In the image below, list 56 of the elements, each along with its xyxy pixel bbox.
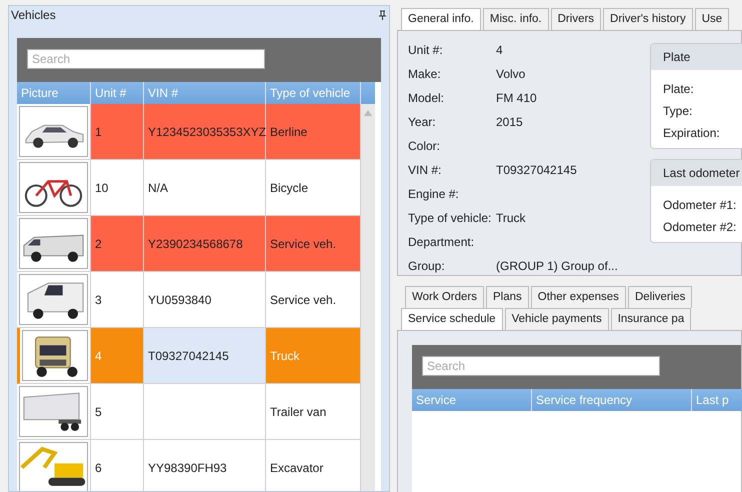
field-label: Color: — [408, 139, 442, 155]
field-value: FM 410 — [496, 91, 538, 107]
table-cell: 1 — [91, 104, 144, 160]
field-label: Make: — [408, 67, 442, 83]
field-label: VIN #: — [408, 163, 442, 179]
tab[interactable]: Other expenses — [530, 286, 626, 308]
field-label: Group: — [408, 259, 446, 275]
field-label: Model: — [408, 91, 446, 107]
table-cell: 6 — [91, 440, 144, 491]
table-cell: 5 — [91, 384, 144, 440]
table-cell: Truck — [266, 328, 361, 384]
scroll-up-icon[interactable] — [364, 110, 372, 116]
field-label: Type: — [663, 104, 694, 118]
field-value: Volvo — [496, 67, 526, 83]
tab[interactable]: Service schedule — [401, 308, 503, 331]
tab[interactable]: Drivers — [550, 8, 602, 30]
table-cell: 4 — [91, 328, 144, 384]
table-cell: Excavator — [266, 440, 361, 491]
scrollbar[interactable] — [361, 104, 375, 491]
field-value: 2015 — [496, 115, 524, 131]
tab[interactable]: Misc. info. — [482, 8, 549, 30]
table-cell: Berline — [266, 104, 361, 160]
tab[interactable]: General info. — [401, 8, 481, 31]
table-cell: Trailer van — [266, 384, 361, 440]
table-cell: T09327042145 — [144, 328, 266, 384]
table-cell: Service veh. — [266, 216, 361, 272]
tab[interactable]: Driver's history — [603, 8, 693, 30]
table-cell: Y2390234568678 — [144, 216, 266, 272]
field-label: Type of vehicle: — [408, 211, 492, 227]
field-label: Odometer #1: — [663, 198, 738, 212]
tab[interactable]: Work Orders — [405, 286, 484, 308]
field-value: (GROUP 1) Group of... — [496, 259, 619, 275]
group-title: Last odometer — [651, 160, 742, 186]
tab[interactable]: Insurance pa — [610, 308, 692, 330]
field-label: Unit #: — [408, 43, 444, 59]
table-cell: YY98390FH93 — [144, 440, 266, 491]
field-label: Year: — [408, 115, 437, 131]
field-label: Engine #: — [408, 187, 460, 203]
pin-icon[interactable] — [378, 10, 387, 20]
group-title: Plate — [651, 44, 742, 70]
tab[interactable]: Deliveries — [628, 286, 692, 308]
tab[interactable]: Vehicle payments — [504, 308, 609, 330]
tab[interactable]: Plans — [486, 286, 529, 308]
table-cell: 2 — [91, 216, 144, 272]
field-label: Odometer #2: — [663, 220, 738, 234]
header-filler — [361, 82, 375, 104]
field-label: Plate: — [663, 82, 695, 96]
field-label: Department: — [408, 235, 476, 251]
tab[interactable]: Use — [694, 8, 730, 30]
field-value: 4 — [496, 43, 504, 59]
field-label: Expiration: — [663, 126, 721, 140]
panel-title: Vehicles — [11, 8, 56, 22]
field-value: T09327042145 — [496, 163, 578, 179]
search-field[interactable]: Search — [27, 49, 265, 69]
field-value: Truck — [496, 211, 527, 227]
search-field[interactable]: Search — [422, 356, 660, 376]
